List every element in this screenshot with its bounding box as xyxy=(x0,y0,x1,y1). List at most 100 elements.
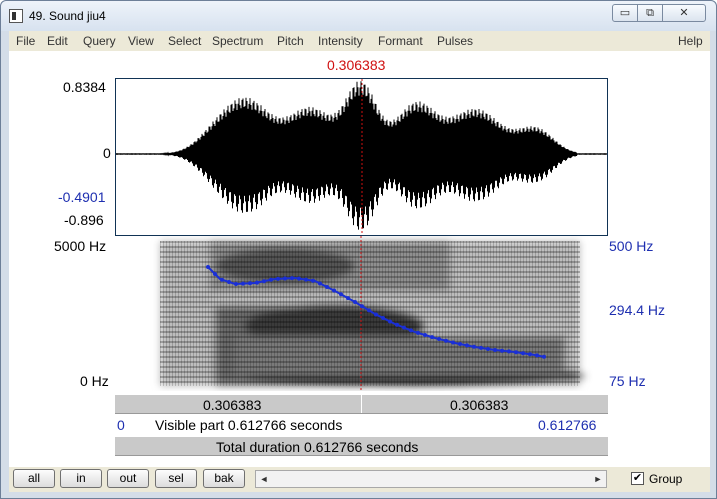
total-duration-label: Total duration 0.612766 seconds xyxy=(216,439,419,455)
pitch-point xyxy=(206,265,210,269)
pitch-point xyxy=(276,276,280,281)
sound-drawing-area[interactable]: 0.306383 0.8384 0 -0.4901 -0.896 5000 Hz… xyxy=(9,51,710,467)
zoom-to-selection-button[interactable]: sel xyxy=(155,469,197,488)
pitch-point xyxy=(451,340,455,345)
close-button[interactable]: ✕ xyxy=(662,4,706,22)
pitch-point xyxy=(479,345,483,350)
right-segment-duration: 0.306383 xyxy=(450,397,509,413)
pitch-point xyxy=(374,312,378,317)
visible-part-label: Visible part 0.612766 seconds xyxy=(155,417,343,433)
spectrogram-svg xyxy=(160,236,585,391)
visible-start-time: 0 xyxy=(117,417,125,433)
menu-query[interactable]: Query xyxy=(83,34,116,48)
pitch-point xyxy=(437,337,441,341)
total-duration-bar[interactable]: Total duration 0.612766 seconds xyxy=(115,436,608,456)
editor-client-area: File Edit Query View Select Spectrum Pit… xyxy=(9,31,710,492)
menu-file[interactable]: File xyxy=(16,34,35,48)
pitch-point xyxy=(381,316,385,320)
pitch-bottom-label: 75 Hz xyxy=(609,373,646,389)
left-segment-duration: 0.306383 xyxy=(203,397,262,413)
pitch-point xyxy=(409,328,413,333)
zoom-all-button[interactable]: all xyxy=(13,469,55,488)
pitch-point xyxy=(325,285,329,289)
window-title: 49. Sound jiu4 xyxy=(29,9,106,23)
pitch-point xyxy=(269,277,273,282)
pitch-point xyxy=(514,350,518,355)
pitch-point xyxy=(486,347,490,351)
zoom-out-button[interactable]: out xyxy=(107,469,149,488)
pitch-point xyxy=(465,343,469,348)
menu-help[interactable]: Help xyxy=(678,34,703,48)
pitch-point xyxy=(402,325,406,330)
pitch-point xyxy=(395,322,399,327)
visible-end-time: 0.612766 xyxy=(538,417,597,433)
waveform-svg xyxy=(116,79,607,235)
pitch-point xyxy=(311,278,315,283)
pitch-point xyxy=(213,272,217,276)
pitch-point xyxy=(416,330,420,335)
bottom-control-bar: all in out sel bak ◄ ► ✔ Group xyxy=(9,467,710,492)
pitch-point xyxy=(521,351,525,356)
spectrogram-glottal-striations xyxy=(160,241,580,386)
group-label: Group xyxy=(649,472,683,486)
sound-editor-window: 49. Sound jiu4 ▭ ⧉ ✕ File Edit Query Vie… xyxy=(0,0,717,499)
pitch-point xyxy=(535,353,539,358)
pitch-point xyxy=(220,277,224,282)
checkmark-icon: ✔ xyxy=(632,472,643,484)
menu-view[interactable]: View xyxy=(128,34,154,48)
pitch-top-label: 500 Hz xyxy=(609,238,654,254)
menu-bar: File Edit Query View Select Spectrum Pit… xyxy=(9,31,710,51)
menu-edit[interactable]: Edit xyxy=(47,34,68,48)
pitch-point xyxy=(248,281,252,286)
pitch-point xyxy=(227,280,231,284)
scroll-right-arrow-icon[interactable]: ► xyxy=(590,471,606,487)
waveform-zero-label: 0 xyxy=(103,145,111,161)
spectrogram-panel[interactable] xyxy=(115,236,608,391)
pitch-point xyxy=(458,342,462,346)
minimize-button[interactable]: ▭ xyxy=(612,4,638,22)
pitch-point xyxy=(423,333,427,337)
pitch-point xyxy=(262,279,266,284)
pitch-point xyxy=(297,276,301,281)
segment-divider xyxy=(361,395,362,413)
pitch-point xyxy=(241,281,245,286)
visible-part-bar[interactable]: Visible part 0.612766 seconds xyxy=(135,415,535,435)
pitch-point xyxy=(353,300,357,304)
horizontal-scrollbar[interactable]: ◄ ► xyxy=(255,470,607,488)
praat-app-icon xyxy=(9,9,23,23)
pitch-point xyxy=(283,276,287,281)
pitch-point xyxy=(528,352,532,357)
scroll-left-arrow-icon[interactable]: ◄ xyxy=(256,471,272,487)
waveform-panel[interactable] xyxy=(115,78,608,236)
pitch-point xyxy=(346,296,350,301)
waveform-max-label: 0.8384 xyxy=(63,79,106,95)
group-checkbox[interactable]: ✔ xyxy=(631,472,644,485)
menu-pulses[interactable]: Pulses xyxy=(437,34,473,48)
pitch-point xyxy=(290,276,294,281)
menu-pitch[interactable]: Pitch xyxy=(277,34,304,48)
menu-spectrum[interactable]: Spectrum xyxy=(212,34,263,48)
pitch-point xyxy=(493,348,497,352)
pitch-point xyxy=(430,335,434,340)
pitch-point xyxy=(332,288,336,293)
pitch-point xyxy=(472,344,476,349)
selection-time-bar[interactable]: 0.306383 0.306383 xyxy=(115,394,608,414)
maximize-button[interactable]: ⧉ xyxy=(637,4,663,22)
title-bar[interactable]: 49. Sound jiu4 ▭ ⧉ ✕ xyxy=(1,1,716,31)
menu-select[interactable]: Select xyxy=(168,34,201,48)
menu-formant[interactable]: Formant xyxy=(378,34,423,48)
spectrogram-top-frequency-label: 5000 Hz xyxy=(54,238,107,254)
pitch-point xyxy=(360,304,364,309)
zoom-in-button[interactable]: in xyxy=(60,469,102,488)
spectrogram-bottom-frequency-label: 0 Hz xyxy=(80,373,109,389)
pitch-point xyxy=(444,338,448,343)
pitch-point xyxy=(367,308,371,313)
pitch-point xyxy=(500,348,504,353)
pitch-point xyxy=(542,354,546,359)
pitch-point xyxy=(339,292,343,297)
pitch-point xyxy=(388,319,392,324)
menu-intensity[interactable]: Intensity xyxy=(318,34,363,48)
cursor-time-label: 0.306383 xyxy=(327,57,386,73)
zoom-back-button[interactable]: bak xyxy=(203,469,245,488)
waveform-min-label: -0.896 xyxy=(64,212,104,228)
